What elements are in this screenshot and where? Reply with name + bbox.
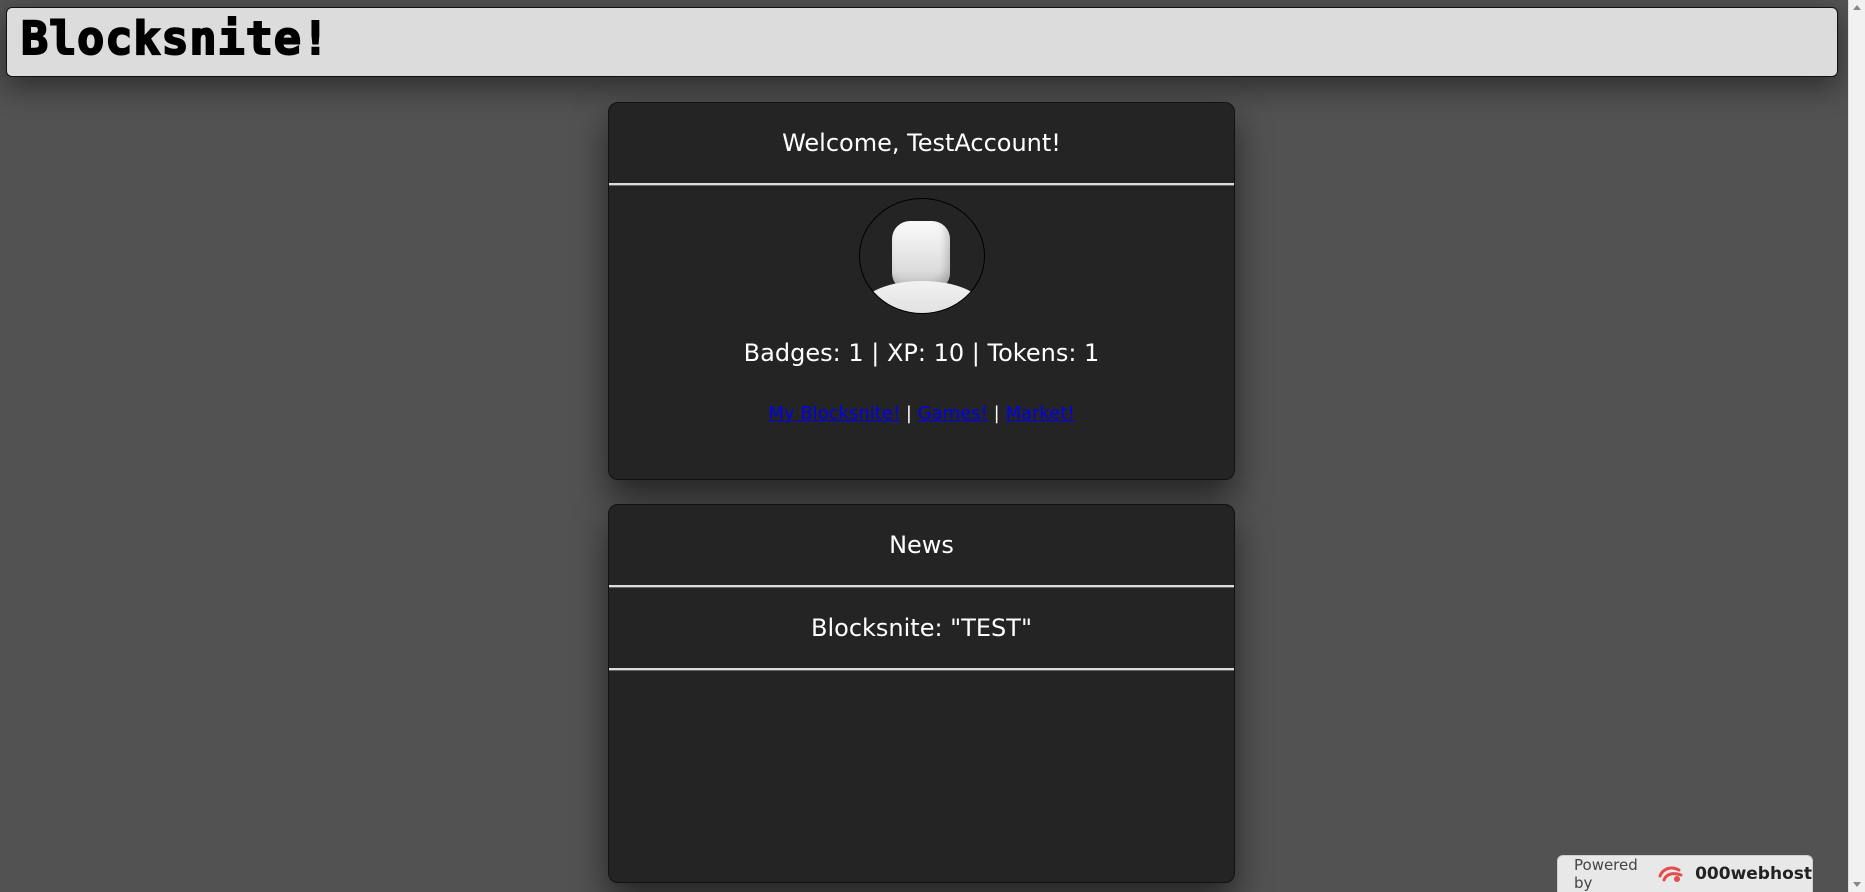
card-divider (609, 668, 1234, 671)
badges-label: Badges: (743, 339, 841, 367)
my-blocksnite-link[interactable]: My Blocksnite! (768, 403, 900, 424)
powered-by-text: Powered by (1574, 856, 1638, 892)
site-logo[interactable]: Blocksnite! (20, 15, 330, 62)
news-title: News (889, 531, 954, 559)
host-brand: 000webhost (1695, 864, 1812, 884)
tokens-label: Tokens: (987, 339, 1077, 367)
avatar-body-icon (862, 281, 982, 313)
xp-value: 10 (933, 339, 965, 367)
badges-value: 1 (848, 339, 864, 367)
scroll-thumb[interactable] (1852, 18, 1862, 874)
stats-separator: | (971, 339, 980, 367)
scroll-up-icon[interactable] (1853, 5, 1861, 10)
stats-separator: | (871, 339, 880, 367)
avatar[interactable] (859, 198, 985, 314)
000webhost-logo-icon (1657, 862, 1685, 886)
welcome-card: Welcome, TestAccount! Badges: 1 | XP: 10… (608, 102, 1235, 480)
card-divider (609, 183, 1234, 186)
top-header: Blocksnite! (6, 7, 1838, 77)
welcome-title: Welcome, TestAccount! (782, 129, 1061, 157)
news-item: Blocksnite: "TEST" (811, 614, 1032, 642)
page: Blocksnite! Welcome, TestAccount! Badges… (0, 0, 1865, 892)
tokens-value: 1 (1084, 339, 1100, 367)
quick-links: My Blocksnite! | Games! | Market! (609, 403, 1234, 424)
link-separator: | (993, 403, 1000, 424)
user-stats: Badges: 1 | XP: 10 | Tokens: 1 (609, 339, 1234, 367)
vertical-scrollbar[interactable] (1848, 0, 1865, 892)
games-link[interactable]: Games! (918, 403, 988, 424)
link-separator: | (905, 403, 912, 424)
scroll-down-icon[interactable] (1853, 882, 1861, 887)
news-card: News Blocksnite: "TEST" (608, 504, 1235, 883)
powered-by-badge[interactable]: Powered by 000webhost (1557, 855, 1813, 892)
xp-label: XP: (886, 339, 926, 367)
market-link[interactable]: Market! (1005, 403, 1074, 424)
